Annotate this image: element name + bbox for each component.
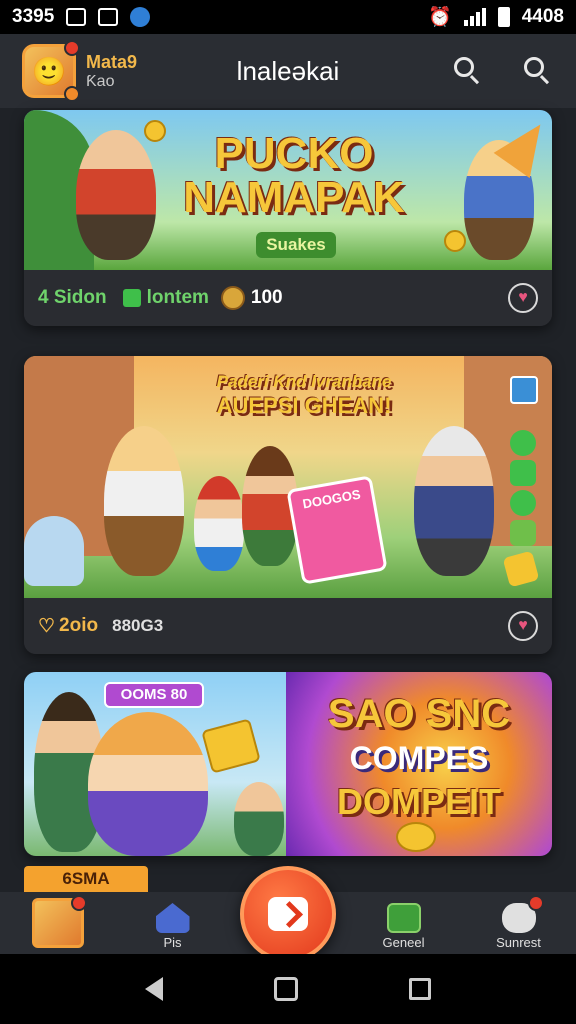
notification-badge <box>70 895 87 911</box>
gold-coin-icon <box>396 822 436 852</box>
game-title-3: SAO SNC COMPES DOMPEIT <box>306 692 532 824</box>
system-nav-bar <box>0 954 576 1024</box>
profile-avatar[interactable]: 🙂 <box>22 40 80 102</box>
check-icon <box>122 289 141 307</box>
game-title-1-line1: PUCKO <box>214 129 374 178</box>
nav-home[interactable]: Pis <box>115 892 230 954</box>
app-header: 🙂 Mata9 Ƙao lnaleəkai <box>0 34 576 108</box>
character-sailor-icon <box>414 426 494 576</box>
stat-coins: 100 <box>250 287 283 308</box>
status-bar: 3395 ⏰ 4408 <box>0 0 576 34</box>
game-controller-icon <box>98 8 119 26</box>
nav-home-label: Pis <box>163 935 182 950</box>
search-icon <box>454 57 474 77</box>
game-card-1[interactable]: PUCKO NAMAPAK Suakes 4 Sidon lontem 100 … <box>24 110 552 326</box>
alarm-icon: ⏰ <box>428 7 452 28</box>
stat-players: 4 Sidon <box>38 287 107 308</box>
banner-left-panel: OOMS 80 <box>24 672 286 856</box>
home-system-icon[interactable] <box>273 977 298 1001</box>
gallery-icon <box>66 8 87 26</box>
notification-badge <box>527 895 544 911</box>
notification-badge <box>64 40 80 56</box>
game-title-3-line3: DOMPEIT <box>336 781 501 822</box>
character-boy-icon <box>76 130 156 260</box>
search-button[interactable] <box>452 55 484 87</box>
side-edit-icon[interactable] <box>510 460 536 486</box>
game-title-1-line2: NAMAPAK <box>183 173 405 222</box>
signal-icon <box>463 8 486 26</box>
prize-box: DOOGOS <box>286 475 388 585</box>
search-icon-handle <box>469 75 480 85</box>
stat-items: lontem <box>146 287 209 308</box>
banner-right-panel: SAO SNC COMPES DOMPEIT <box>286 672 552 856</box>
game-card-3[interactable]: OOMS 80 SAO SNC COMPES DOMPEIT <box>24 672 552 856</box>
card-footer-1: 4 Sidon lontem 100 ♥ <box>24 270 552 326</box>
game-title-2: Paderi Knd lvranbane AUEPSI GHEAN! <box>184 370 424 418</box>
banner-tag: OOMS 80 <box>104 682 204 708</box>
play-fab-button[interactable] <box>240 866 336 962</box>
coin-icon <box>144 120 166 142</box>
status-time: 3395 <box>12 6 55 27</box>
game-subtitle-1: Suakes <box>256 232 336 258</box>
user-name: Mata9 <box>86 51 138 72</box>
promo-tag[interactable]: 6SMA <box>24 866 148 892</box>
nav-general[interactable]: Geneel <box>346 892 461 954</box>
user-info: Mata9 Ƙao <box>86 52 137 91</box>
home-icon <box>155 903 190 933</box>
play-icon <box>268 897 308 931</box>
game-title-3-line1: SAO SNC <box>327 692 511 736</box>
side-tool-icon[interactable] <box>510 376 538 404</box>
user-subtitle: Ƙao <box>86 72 115 90</box>
profile-avatar-icon <box>31 895 87 948</box>
recent-apps-icon[interactable] <box>408 978 431 1000</box>
game-title-1: PUCKO NAMAPAK <box>174 132 414 220</box>
nav-sunrest[interactable]: Sunrest <box>461 892 576 954</box>
general-icon <box>386 903 421 933</box>
game-banner-2[interactable]: Paderi Knd lvranbane AUEPSI GHEAN! DOOGO… <box>24 356 552 598</box>
side-check-icon[interactable] <box>510 430 536 456</box>
stat-likes: 2oio <box>59 615 99 636</box>
game-title-3-line2: COMPES <box>349 740 489 776</box>
explore-icon <box>524 57 544 77</box>
controller-icon <box>501 895 544 933</box>
heart-icon: ♡ <box>38 615 56 637</box>
stat-score: 880G3 <box>112 616 164 635</box>
character-girl-icon <box>88 712 208 856</box>
nav-profile[interactable] <box>0 892 115 954</box>
side-leaf-icon[interactable] <box>510 490 536 516</box>
battery-icon <box>497 7 510 27</box>
coin-icon <box>444 230 466 252</box>
favorite-heart-icon[interactable]: ♥ <box>508 611 538 641</box>
side-bag-icon[interactable] <box>510 520 536 546</box>
game-title-2-line1: Paderi Knd lvranbane <box>216 372 392 391</box>
game-card-2[interactable]: Paderi Knd lvranbane AUEPSI GHEAN! DOOGO… <box>24 356 552 654</box>
mascot-creature-icon <box>24 516 84 586</box>
side-gift-icon[interactable] <box>502 550 540 588</box>
game-title-2-line2: AUEPSI GHEAN! <box>216 393 392 418</box>
character-boy-icon <box>104 426 184 576</box>
prize-label: DOOGOS <box>301 486 362 512</box>
character-background-icon <box>234 782 284 856</box>
game-banner-1[interactable]: PUCKO NAMAPAK Suakes <box>24 110 552 270</box>
app-notification-icon <box>130 7 151 27</box>
explore-icon-handle <box>539 75 550 85</box>
level-badge <box>64 86 80 102</box>
nav-sunrest-label: Sunrest <box>496 935 541 950</box>
game-banner-3[interactable]: OOMS 80 SAO SNC COMPES DOMPEIT <box>24 672 552 856</box>
card-footer-2: ♡ 2oio 880G3 ♥ <box>24 598 552 654</box>
character-toddler-icon <box>194 476 244 571</box>
status-clock: 4408 <box>521 6 564 27</box>
nav-general-label: Geneel <box>382 935 425 950</box>
back-icon[interactable] <box>145 977 164 1001</box>
favorite-heart-icon[interactable]: ♥ <box>508 283 538 313</box>
coin-icon <box>220 286 245 310</box>
gold-block-icon <box>201 718 261 774</box>
explore-button[interactable] <box>522 55 554 87</box>
